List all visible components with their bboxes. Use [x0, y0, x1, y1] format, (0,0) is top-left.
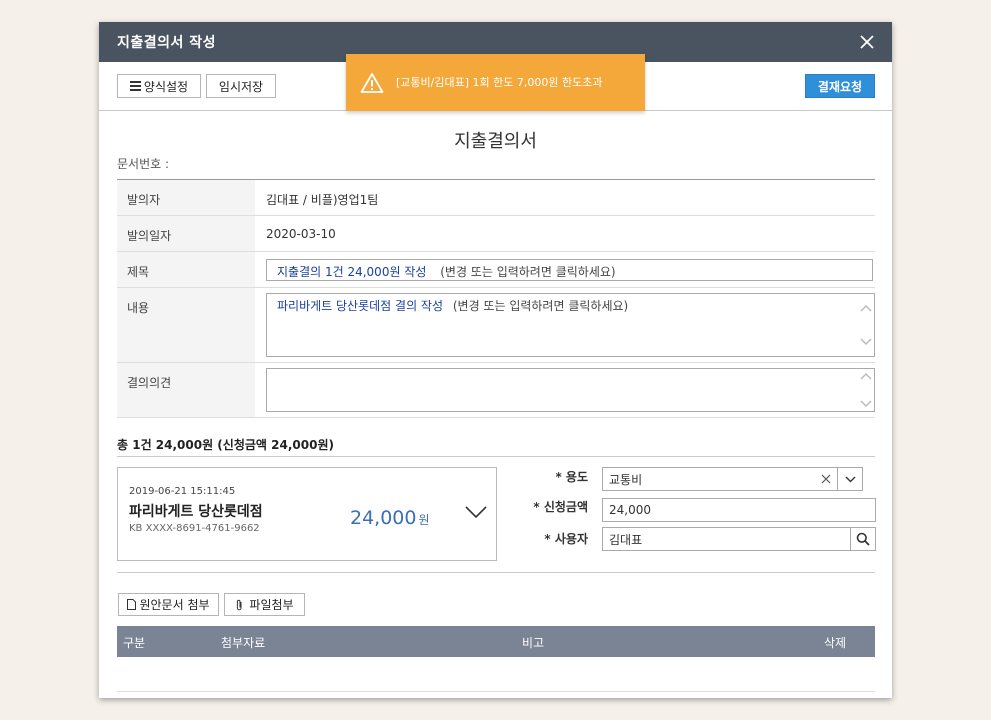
- amount-input[interactable]: 24,000: [602, 498, 876, 522]
- subject-label: 제목: [117, 251, 255, 288]
- transaction-card[interactable]: 2019-06-21 15:11:45 파리바게트 당산롯데점 KB XXXX-…: [117, 467, 497, 561]
- details-divider: [117, 572, 875, 573]
- user-label: * 사용자: [544, 532, 588, 546]
- warning-icon: [360, 72, 384, 93]
- chevron-down-icon: [860, 338, 872, 346]
- file-attach-button[interactable]: 파일첨부: [224, 593, 305, 616]
- subject-value: 지출결의 1건 24,000원 작성: [277, 265, 427, 279]
- opinion-scrollbar[interactable]: [858, 369, 874, 411]
- opinion-label: 결의의견: [117, 362, 255, 418]
- warning-toast: [교통비/김대표] 1회 한도 7,000원 한도초과: [346, 54, 645, 111]
- content-scrollbar[interactable]: [858, 294, 874, 356]
- date-value: 2020-03-10: [266, 227, 336, 241]
- col-note: 비고: [522, 636, 545, 650]
- amount-value: 24,000: [609, 503, 651, 517]
- close-button[interactable]: [856, 31, 878, 53]
- col-type: 구분: [123, 636, 146, 650]
- user-value: 김대표: [609, 532, 643, 547]
- col-attachment: 첨부자료: [221, 636, 266, 650]
- transaction-merchant: 파리바게트 당산롯데점: [129, 504, 263, 520]
- summary-text: 총 1건 24,000원 (신청금액 24,000원): [117, 438, 334, 452]
- amount-currency: 원: [418, 513, 430, 527]
- dropdown-toggle[interactable]: [837, 468, 862, 490]
- content-hint: (변경 또는 입력하려면 클릭하세요): [452, 299, 629, 313]
- content-label: 내용: [117, 287, 255, 363]
- temp-save-button[interactable]: 임시저장: [206, 74, 276, 98]
- document-number-label: 문서번호 :: [117, 157, 170, 171]
- transaction-datetime: 2019-06-21 15:11:45: [129, 486, 236, 497]
- attachments-header: 구분 첨부자료 비고 삭제: [117, 626, 875, 657]
- approval-request-label: 결재요청: [817, 79, 863, 94]
- search-icon: [856, 532, 870, 546]
- attachments-table: 구분 첨부자료 비고 삭제: [117, 626, 875, 657]
- chevron-down-icon: [860, 400, 872, 408]
- opinion-textarea[interactable]: [266, 368, 875, 412]
- requester-value: 김대표 / 비플)영업1팀: [266, 193, 379, 207]
- user-input[interactable]: 김대표: [602, 527, 876, 551]
- expand-button[interactable]: [465, 505, 487, 522]
- transaction-card-number: KB XXXX-8691-4761-9662: [129, 523, 260, 534]
- chevron-up-icon: [860, 372, 872, 380]
- chevron-up-icon: [860, 304, 872, 312]
- summary-divider: [117, 456, 875, 457]
- temp-save-label: 임시저장: [218, 79, 264, 94]
- content-textarea[interactable]: 파리바게트 당산롯데점 결의 작성 (변경 또는 입력하려면 클릭하세요): [266, 293, 875, 357]
- attach-original-doc-label: 원안문서 첨부: [139, 598, 210, 612]
- format-settings-label: 양식설정: [143, 79, 189, 94]
- chevron-down-icon: [845, 476, 855, 482]
- document-title: 지출결의서: [454, 131, 537, 152]
- purpose-value: 교통비: [609, 472, 643, 487]
- amount-label: * 신청금액: [533, 500, 588, 514]
- toast-message: [교통비/김대표] 1회 한도 7,000원 한도초과: [396, 76, 603, 89]
- purpose-label: * 용도: [555, 470, 588, 484]
- chevron-down-icon: [465, 506, 487, 519]
- list-icon: [129, 81, 141, 91]
- amount-number: 24,000: [350, 507, 417, 529]
- table-bottom-divider: [117, 691, 875, 692]
- clear-icon[interactable]: [821, 474, 831, 484]
- content-value: 파리바게트 당산롯데점 결의 작성: [277, 299, 444, 313]
- purpose-select[interactable]: 교통비: [602, 467, 863, 491]
- attach-original-doc-button[interactable]: 원안문서 첨부: [118, 593, 219, 616]
- date-label: 발의일자: [117, 215, 255, 252]
- user-search-button[interactable]: [850, 528, 875, 550]
- col-delete: 삭제: [824, 636, 847, 650]
- dialog-title: 지출결의서 작성: [117, 35, 217, 51]
- format-settings-button[interactable]: 양식설정: [117, 74, 201, 98]
- requester-label: 발의자: [117, 179, 255, 216]
- approval-request-button[interactable]: 결재요청: [805, 74, 875, 98]
- close-icon: [860, 35, 874, 49]
- subject-hint: (변경 또는 입력하려면 클릭하세요): [440, 265, 616, 279]
- paperclip-icon: [237, 599, 242, 610]
- expense-form-dialog: 지출결의서 작성 양식설정 임시저장 결재요청 [교통비/김대표] 1회 한도 …: [99, 22, 892, 698]
- file-attach-label: 파일첨부: [249, 598, 294, 612]
- transaction-amount: 24,000 원: [350, 507, 430, 529]
- form-table: 발의자 김대표 / 비플)영업1팀 발의일자 2020-03-10 제목 지출결…: [117, 179, 875, 418]
- document-icon: [127, 599, 137, 610]
- subject-input[interactable]: 지출결의 1건 24,000원 작성 (변경 또는 입력하려면 클릭하세요): [266, 259, 873, 281]
